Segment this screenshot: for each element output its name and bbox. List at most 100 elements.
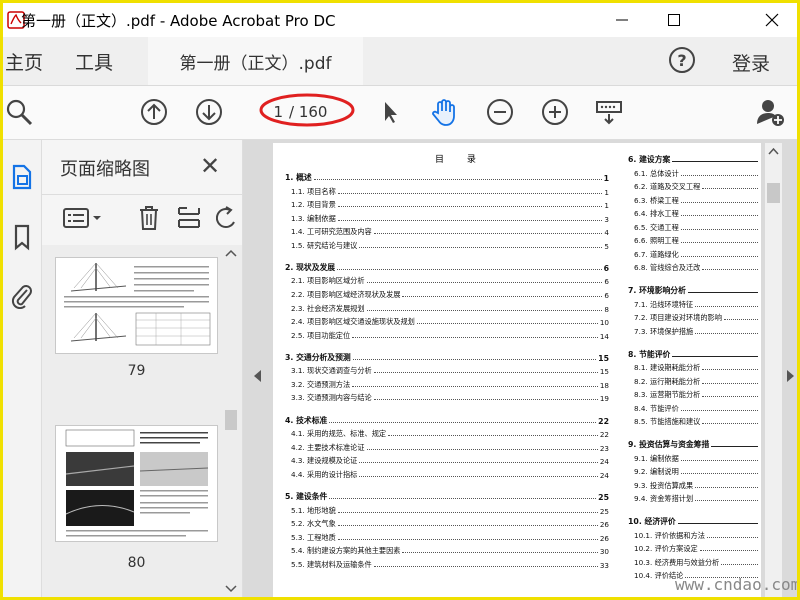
toc-section-entry[interactable]: 2.5. 项目功能定位 14: [291, 329, 609, 341]
toc-heading: 目 录: [435, 155, 486, 165]
bookmark-icon[interactable]: [7, 222, 37, 252]
tab-document[interactable]: 第一册（正文）.pdf: [148, 37, 363, 85]
toc-leader-dots: [702, 396, 758, 398]
collapse-right-panel-icon[interactable]: [787, 370, 794, 382]
toc-section-entry[interactable]: 2.2. 项目影响区域经济现状及发展 6: [291, 288, 609, 300]
previous-page-icon[interactable]: [138, 96, 170, 128]
toc-section-entry[interactable]: 6.7. 道路绿化: [634, 248, 760, 260]
toc-section-entry[interactable]: 8.1. 建设期耗能分析: [634, 361, 760, 373]
maximize-button[interactable]: [647, 3, 701, 37]
page-display-icon[interactable]: [593, 96, 625, 128]
toc-section-entry[interactable]: 10.1. 评价依据和方法: [634, 529, 760, 541]
extract-page-icon[interactable]: [174, 203, 204, 233]
attachment-icon[interactable]: [7, 280, 37, 310]
toc-chapter-entry[interactable]: 1. 概述 1: [285, 171, 609, 183]
toc-chapter-entry[interactable]: 4. 技术标准 22: [285, 414, 609, 426]
thumbnail-options-icon[interactable]: [62, 203, 104, 233]
toc-section-entry[interactable]: 8.2. 运行期耗能分析: [634, 375, 760, 387]
toc-section-entry[interactable]: 5.1. 地形地貌 25: [291, 504, 609, 516]
toc-section-entry[interactable]: 8.4. 节能评价: [634, 402, 760, 414]
thumbnail-page-79[interactable]: [55, 257, 218, 354]
toc-section-entry[interactable]: 10.2. 评价方案设定: [634, 542, 760, 554]
toc-chapter-entry[interactable]: 8. 节能评价: [628, 348, 760, 360]
toc-section-entry[interactable]: 6.8. 管线综合及迁改: [634, 261, 760, 273]
login-button[interactable]: 登录: [732, 49, 770, 76]
zoom-out-icon[interactable]: [484, 96, 516, 128]
toc-leader-dots: [723, 319, 758, 321]
rotate-page-icon[interactable]: [214, 203, 238, 233]
toc-chapter-entry[interactable]: 7. 环境影响分析: [628, 284, 760, 296]
next-page-icon[interactable]: [193, 96, 225, 128]
toc-entry-title: 1.1. 项目名称: [291, 186, 336, 196]
toc-rule: [711, 446, 758, 448]
toc-entry-title: 8.2. 运行期耗能分析: [634, 376, 701, 386]
toc-section-entry[interactable]: 1.2. 项目背景 1: [291, 198, 609, 210]
toc-section-entry[interactable]: 1.5. 研究结论与建议 5: [291, 239, 609, 251]
document-scroll-thumb[interactable]: [767, 183, 780, 203]
toc-page-number: 33: [599, 560, 609, 570]
toc-chapter-entry[interactable]: 10. 经济评价: [628, 515, 760, 527]
toc-section-entry[interactable]: 2.3. 社会经济发展规划 8: [291, 302, 609, 314]
page-thumbnails-icon[interactable]: [7, 162, 37, 192]
toc-leader-dots: [337, 219, 603, 221]
panel-close-icon[interactable]: ✕: [200, 152, 220, 180]
toc-chapter-entry[interactable]: 2. 现状及发展 6: [285, 261, 609, 273]
toc-section-entry[interactable]: 4.2. 主要技术标准论证 23: [291, 441, 609, 453]
toc-leader-dots: [337, 525, 598, 527]
toc-section-entry[interactable]: 4.1. 采用的规范、标准、规定 22: [291, 427, 609, 439]
toc-section-entry[interactable]: 2.1. 项目影响区域分析 6: [291, 274, 609, 286]
select-arrow-icon[interactable]: [374, 96, 406, 128]
toc-section-entry[interactable]: 8.3. 运营期节能分析: [634, 388, 760, 400]
close-button[interactable]: [747, 3, 797, 37]
toc-section-entry[interactable]: 6.3. 桥梁工程: [634, 194, 760, 206]
toc-section-entry[interactable]: 3.3. 交通预测内容与结论 19: [291, 391, 609, 403]
minimize-button[interactable]: [597, 3, 647, 37]
toc-section-entry[interactable]: 7.2. 项目建设对环境的影响: [634, 311, 760, 323]
toc-section-entry[interactable]: 9.4. 资金筹措计划: [634, 492, 760, 504]
toc-section-entry[interactable]: 6.1. 总体设计: [634, 167, 760, 179]
toc-entry-title: 3.2. 交通预测方法: [291, 379, 351, 389]
zoom-in-icon[interactable]: [539, 96, 571, 128]
toc-section-entry[interactable]: 6.5. 交通工程: [634, 221, 760, 233]
toc-section-entry[interactable]: 5.2. 水文气象 26: [291, 517, 609, 529]
tab-home[interactable]: 主页: [5, 37, 43, 85]
toc-section-entry[interactable]: 8.5. 节能措施和建议: [634, 415, 760, 427]
toc-section-entry[interactable]: 5.3. 工程地质 26: [291, 531, 609, 543]
toc-section-entry[interactable]: 5.4. 制约建设方案的其他主要因素 30: [291, 544, 609, 556]
toc-chapter-entry[interactable]: 3. 交通分析及预测 15: [285, 351, 609, 363]
toc-section-entry[interactable]: 1.3. 编制依据 3: [291, 212, 609, 224]
toc-section-entry[interactable]: 6.4. 排水工程: [634, 207, 760, 219]
search-zoom-icon[interactable]: [3, 96, 35, 128]
document-scrollbar[interactable]: [765, 143, 782, 597]
toc-section-entry[interactable]: 1.1. 项目名称 1: [291, 185, 609, 197]
toc-section-entry[interactable]: 9.3. 投资估算成果: [634, 479, 760, 491]
toc-section-entry[interactable]: 4.4. 采用的设计指标 24: [291, 468, 609, 480]
toc-section-entry[interactable]: 9.1. 编制依据: [634, 452, 760, 464]
toc-section-entry[interactable]: 6.6. 照明工程: [634, 234, 760, 246]
toc-section-entry[interactable]: 3.1. 现状交通调查与分析 15: [291, 364, 609, 376]
toc-section-entry[interactable]: 10.3. 经济费用与效益分析: [634, 556, 760, 568]
toc-section-entry[interactable]: 7.1. 沿线环境特征: [634, 298, 760, 310]
hand-tool-icon[interactable]: [428, 96, 460, 128]
toc-section-entry[interactable]: 2.4. 项目影响区域交通设施现状及规划 10: [291, 315, 609, 327]
thumbnail-list: 79 80: [42, 245, 242, 597]
toc-leader-dots: [680, 174, 758, 176]
delete-page-icon[interactable]: [134, 203, 164, 233]
thumbnail-scrollbar[interactable]: [223, 245, 239, 597]
help-icon[interactable]: ?: [669, 47, 695, 73]
thumbnail-scroll-thumb[interactable]: [225, 410, 237, 430]
toc-chapter-entry[interactable]: 5. 建设条件 25: [285, 490, 609, 502]
share-user-icon[interactable]: [755, 96, 787, 128]
toc-section-entry[interactable]: 9.2. 编制说明: [634, 465, 760, 477]
collapse-left-panel-icon[interactable]: [254, 370, 261, 382]
toc-section-entry[interactable]: 6.2. 道路及交叉工程: [634, 180, 760, 192]
toc-section-entry[interactable]: 1.4. 工可研究范围及内容 4: [291, 225, 609, 237]
toc-chapter-entry[interactable]: 6. 建设方案: [628, 153, 760, 165]
toc-chapter-entry[interactable]: 9. 投资估算与资金筹措: [628, 438, 760, 450]
thumbnail-page-80[interactable]: [55, 425, 218, 542]
toc-section-entry[interactable]: 5.5. 建筑材料及运输条件 33: [291, 558, 609, 570]
toc-section-entry[interactable]: 7.3. 环境保护措施: [634, 325, 760, 337]
toc-section-entry[interactable]: 4.3. 建设规模及论证 24: [291, 454, 609, 466]
tab-tools[interactable]: 工具: [75, 37, 113, 85]
toc-section-entry[interactable]: 3.2. 交通预测方法 18: [291, 378, 609, 390]
